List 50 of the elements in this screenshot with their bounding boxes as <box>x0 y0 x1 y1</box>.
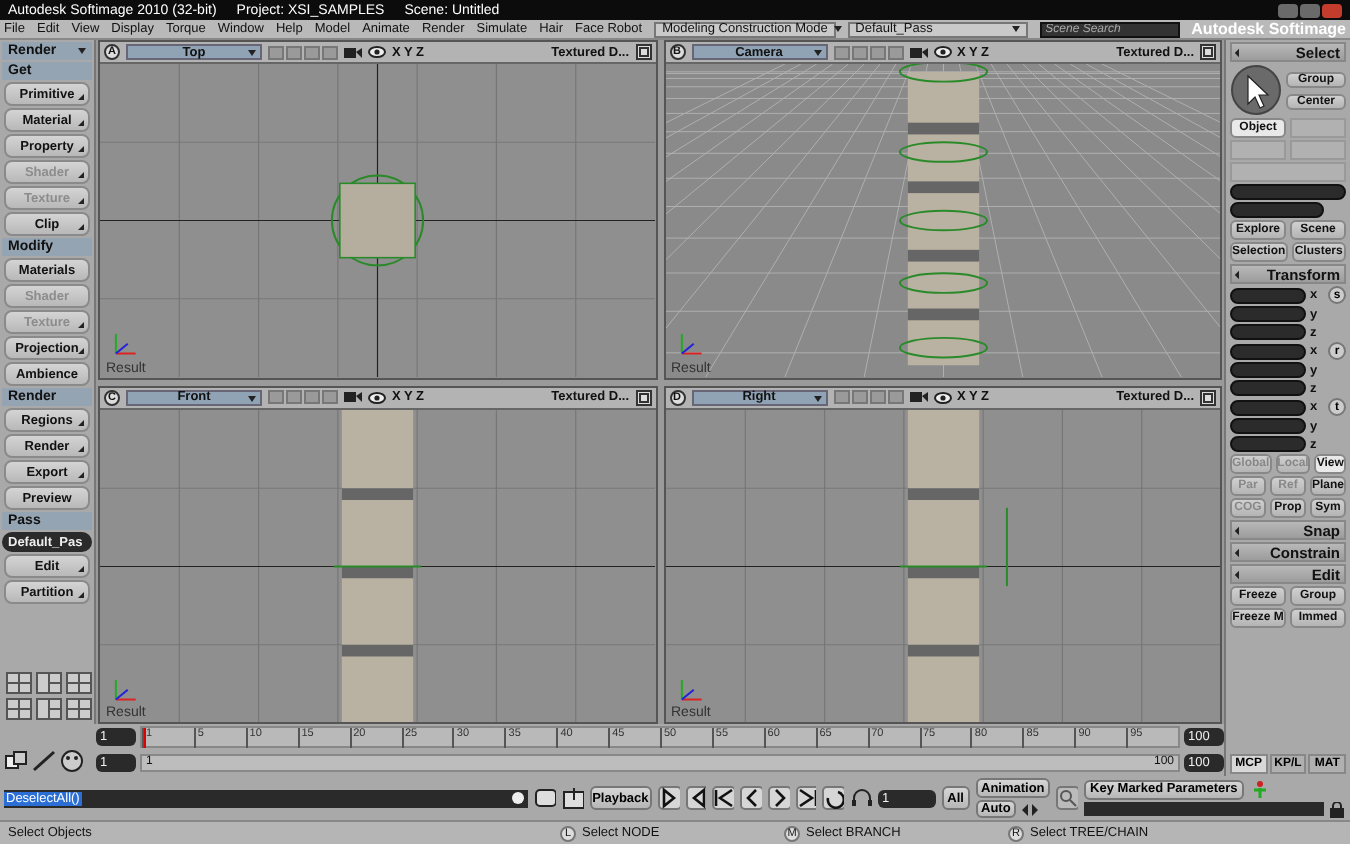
playback-control-icon[interactable] <box>685 786 707 810</box>
value-field[interactable] <box>1230 362 1306 378</box>
value-field[interactable] <box>1230 287 1306 303</box>
playback-control-icon[interactable] <box>795 786 817 810</box>
eye-icon[interactable] <box>368 391 386 403</box>
camera-icon[interactable] <box>344 45 362 59</box>
maximize-icon[interactable] <box>1200 389 1216 405</box>
layout-icon[interactable] <box>6 698 32 720</box>
value-field[interactable] <box>1230 399 1306 415</box>
playback-control-icon[interactable] <box>740 786 762 810</box>
playback-control-icon[interactable] <box>822 786 845 810</box>
value-field[interactable] <box>1230 418 1306 434</box>
camera-icon[interactable] <box>909 45 927 59</box>
layout-icon[interactable] <box>66 672 92 694</box>
camera-icon[interactable] <box>909 390 927 404</box>
axis-gizmo-icon <box>114 332 137 355</box>
cubes-icon[interactable] <box>4 750 28 772</box>
arrows-icon[interactable] <box>1020 801 1041 817</box>
selection-field[interactable] <box>1230 202 1324 218</box>
eye-icon[interactable] <box>933 391 951 403</box>
playback-control-icon[interactable] <box>712 786 735 810</box>
lock-icon[interactable] <box>1328 801 1347 817</box>
save-key-icon[interactable] <box>561 786 584 810</box>
eye-icon[interactable] <box>933 46 951 58</box>
headphones-icon[interactable] <box>850 786 872 810</box>
axis-gizmo-icon <box>679 332 702 355</box>
value-field[interactable] <box>1230 306 1306 322</box>
minimize-icon[interactable] <box>1278 3 1298 17</box>
camera-icon[interactable] <box>344 390 362 404</box>
layout-icon[interactable] <box>6 672 32 694</box>
layout-icon[interactable] <box>36 698 62 720</box>
playback-control-icon[interactable] <box>767 786 790 810</box>
maximize-icon[interactable] <box>635 44 651 60</box>
selection-field[interactable] <box>1230 184 1346 200</box>
axis-gizmo-icon <box>679 677 702 700</box>
key-field[interactable] <box>1084 802 1325 816</box>
textured-cylinder-drawing <box>330 174 425 267</box>
close-icon[interactable] <box>1322 3 1342 17</box>
eye-icon[interactable] <box>368 46 386 58</box>
maximize-icon[interactable] <box>635 389 651 405</box>
value-field[interactable] <box>1230 380 1306 396</box>
axis-gizmo-icon <box>114 677 137 700</box>
value-field[interactable] <box>1230 324 1306 340</box>
layout-icon[interactable] <box>66 698 92 720</box>
maximize-icon[interactable] <box>1200 44 1216 60</box>
brand-logo: Autodesk Softimage <box>1191 20 1346 38</box>
layout-icon[interactable] <box>36 672 62 694</box>
value-field[interactable] <box>1230 343 1306 359</box>
value-field[interactable] <box>1230 436 1306 452</box>
playback-control-icon[interactable] <box>657 786 680 810</box>
